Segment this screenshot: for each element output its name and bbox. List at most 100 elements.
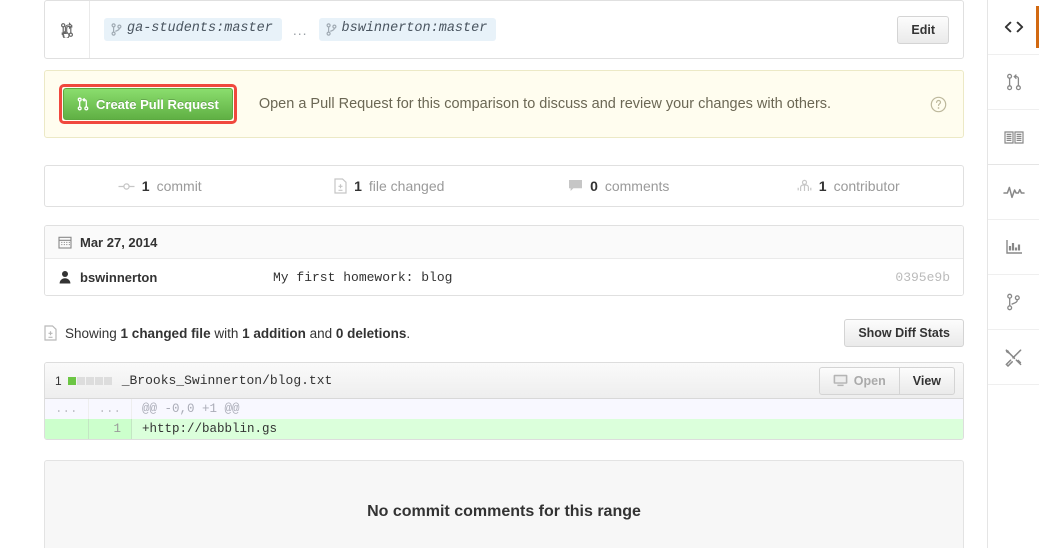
github-compare-page: ga-students:master ... bswinnerton:maste…	[0, 0, 1039, 548]
diff-addition-row: 1 +http://babblin.gs	[45, 419, 963, 439]
people-icon	[797, 179, 812, 193]
file-actions: Open View	[818, 366, 955, 395]
create-pull-request-banner: Create Pull Request Open a Pull Request …	[44, 70, 964, 138]
commit-icon	[118, 181, 135, 192]
stat-files-label: file changed	[368, 178, 445, 194]
git-branch-icon	[111, 22, 122, 36]
commit-author-label: bswinnerton	[80, 269, 158, 285]
create-pull-request-highlight: Create Pull Request	[59, 84, 237, 124]
tools-icon	[1004, 348, 1023, 367]
stat-contributors-label: contributor	[833, 178, 900, 194]
base-branch-chip[interactable]: ga-students:master	[104, 18, 282, 41]
rail-item-pull-requests[interactable]	[988, 55, 1039, 110]
file-diffstat: 1	[55, 374, 112, 388]
diff-summary-conj: and	[305, 325, 336, 341]
rail-item-wiki[interactable]	[988, 110, 1039, 165]
diff-new-lineno: 1	[88, 419, 133, 439]
commit-sha[interactable]: 0395e9b	[895, 270, 950, 285]
rail-item-code[interactable]	[988, 0, 1039, 55]
open-file-label: Open	[853, 373, 886, 388]
diff-summary-prefix: Showing	[65, 325, 121, 341]
stat-files-changed[interactable]: 1 file changed	[275, 178, 505, 194]
stat-comments-count: 0	[590, 178, 598, 194]
git-compare-icon	[45, 1, 90, 58]
code-icon	[1004, 20, 1024, 34]
diff-summary-row: Showing 1 changed file with 1 addition a…	[44, 318, 964, 348]
commit-date-label: Mar 27, 2014	[80, 234, 158, 250]
file-diff-icon	[334, 178, 347, 194]
stat-commits[interactable]: 1 commit	[45, 178, 275, 194]
create-pull-request-label: Create Pull Request	[96, 96, 219, 112]
commit-comments-empty: No commit comments for this range	[44, 460, 964, 548]
commit-date-header: Mar 27, 2014	[45, 226, 963, 259]
file-diff-icon	[44, 325, 57, 341]
file-diffstat-count: 1	[55, 373, 62, 388]
stat-comments-label: comments	[604, 178, 670, 194]
stat-contributors-count: 1	[818, 178, 827, 194]
calendar-icon	[58, 235, 72, 249]
diff-old-lineno: ...	[45, 399, 89, 419]
diff-new-lineno: ...	[88, 399, 133, 419]
head-branch-chip[interactable]: bswinnerton:master	[318, 18, 497, 41]
file-diff-header: 1 _Brooks_Swinnerton/blog.txt Open View	[45, 363, 963, 399]
diff-table: ... ... @@ -0,0 +1 @@ 1 +http://babblin.…	[45, 399, 963, 439]
edit-button-cell: Edit	[897, 15, 963, 44]
diff-addition-code: +http://babblin.gs	[131, 419, 963, 439]
create-pull-request-button[interactable]: Create Pull Request	[63, 88, 233, 120]
diff-summary-sentence: Showing 1 changed file with 1 addition a…	[65, 326, 410, 341]
diff-summary-suffix: .	[406, 325, 411, 341]
compare-separator: ...	[292, 21, 308, 38]
diffstat-block-empty	[103, 376, 112, 385]
compare-stats-bar: 1 commit 1 file changed 0 comments 1 con…	[44, 165, 964, 207]
file-name[interactable]: _Brooks_Swinnerton/blog.txt	[122, 373, 819, 388]
diffstat-block-empty	[85, 376, 94, 385]
stat-commits-count: 1	[141, 178, 150, 194]
branch-selectors: ga-students:master ... bswinnerton:maste…	[90, 18, 897, 41]
show-diff-stats-button[interactable]: Show Diff Stats	[844, 319, 964, 347]
diff-hunk-code: @@ -0,0 +1 @@	[131, 399, 963, 419]
git-pull-request-icon	[77, 97, 89, 111]
pulse-icon	[1002, 185, 1025, 199]
rail-item-pulse[interactable]	[988, 165, 1039, 220]
git-pull-request-icon	[1006, 73, 1022, 91]
device-desktop-icon	[833, 374, 848, 387]
commit-row[interactable]: bswinnerton My first homework: blog 0395…	[45, 259, 963, 295]
diffstat-block-addition	[67, 376, 76, 385]
pull-request-description: Open a Pull Request for this comparison …	[258, 96, 832, 112]
head-branch-label: bswinnerton:master	[341, 21, 488, 37]
rail-item-network[interactable]	[988, 275, 1039, 330]
diff-summary-mid: with	[210, 325, 243, 341]
file-diff-box: 1 _Brooks_Swinnerton/blog.txt Open View …	[44, 362, 964, 440]
stat-commits-label: commit	[156, 178, 202, 194]
base-branch-label: ga-students:master	[127, 21, 273, 37]
rail-item-graphs[interactable]	[988, 220, 1039, 275]
comment-icon	[568, 179, 583, 193]
open-file-button[interactable]: Open	[818, 366, 900, 395]
diff-summary-text: Showing 1 changed file with 1 addition a…	[44, 325, 844, 341]
git-branch-icon	[1006, 293, 1021, 311]
diff-summary-deletions: 0 deletions	[335, 325, 407, 341]
view-file-button[interactable]: View	[899, 366, 955, 395]
stat-files-count: 1	[354, 178, 362, 194]
diffstat-block-empty	[76, 376, 85, 385]
avatar-icon	[58, 270, 72, 284]
diffstat-block-empty	[94, 376, 103, 385]
commit-message[interactable]: My first homework: blog	[273, 270, 895, 285]
stat-contributors[interactable]: 1 contributor	[734, 178, 964, 194]
edit-button[interactable]: Edit	[897, 15, 949, 44]
diff-summary-additions: 1 addition	[242, 325, 306, 341]
repository-nav-rail	[987, 0, 1039, 548]
commits-list: Mar 27, 2014 bswinnerton My first homewo…	[44, 225, 964, 296]
book-icon	[1003, 130, 1024, 145]
commit-author[interactable]: bswinnerton	[58, 270, 273, 285]
file-diffstat-blocks	[67, 376, 112, 385]
branch-compare-bar: ga-students:master ... bswinnerton:maste…	[44, 0, 964, 59]
main-content-column: ga-students:master ... bswinnerton:maste…	[44, 0, 964, 548]
diff-old-lineno	[45, 419, 89, 439]
diff-summary-changed-files: 1 changed file	[120, 325, 211, 341]
stat-comments[interactable]: 0 comments	[504, 178, 734, 194]
graph-icon	[1005, 239, 1023, 255]
diff-hunk-row: ... ... @@ -0,0 +1 @@	[45, 399, 963, 419]
rail-item-settings[interactable]	[988, 330, 1039, 385]
question-circle-icon[interactable]	[930, 96, 947, 113]
